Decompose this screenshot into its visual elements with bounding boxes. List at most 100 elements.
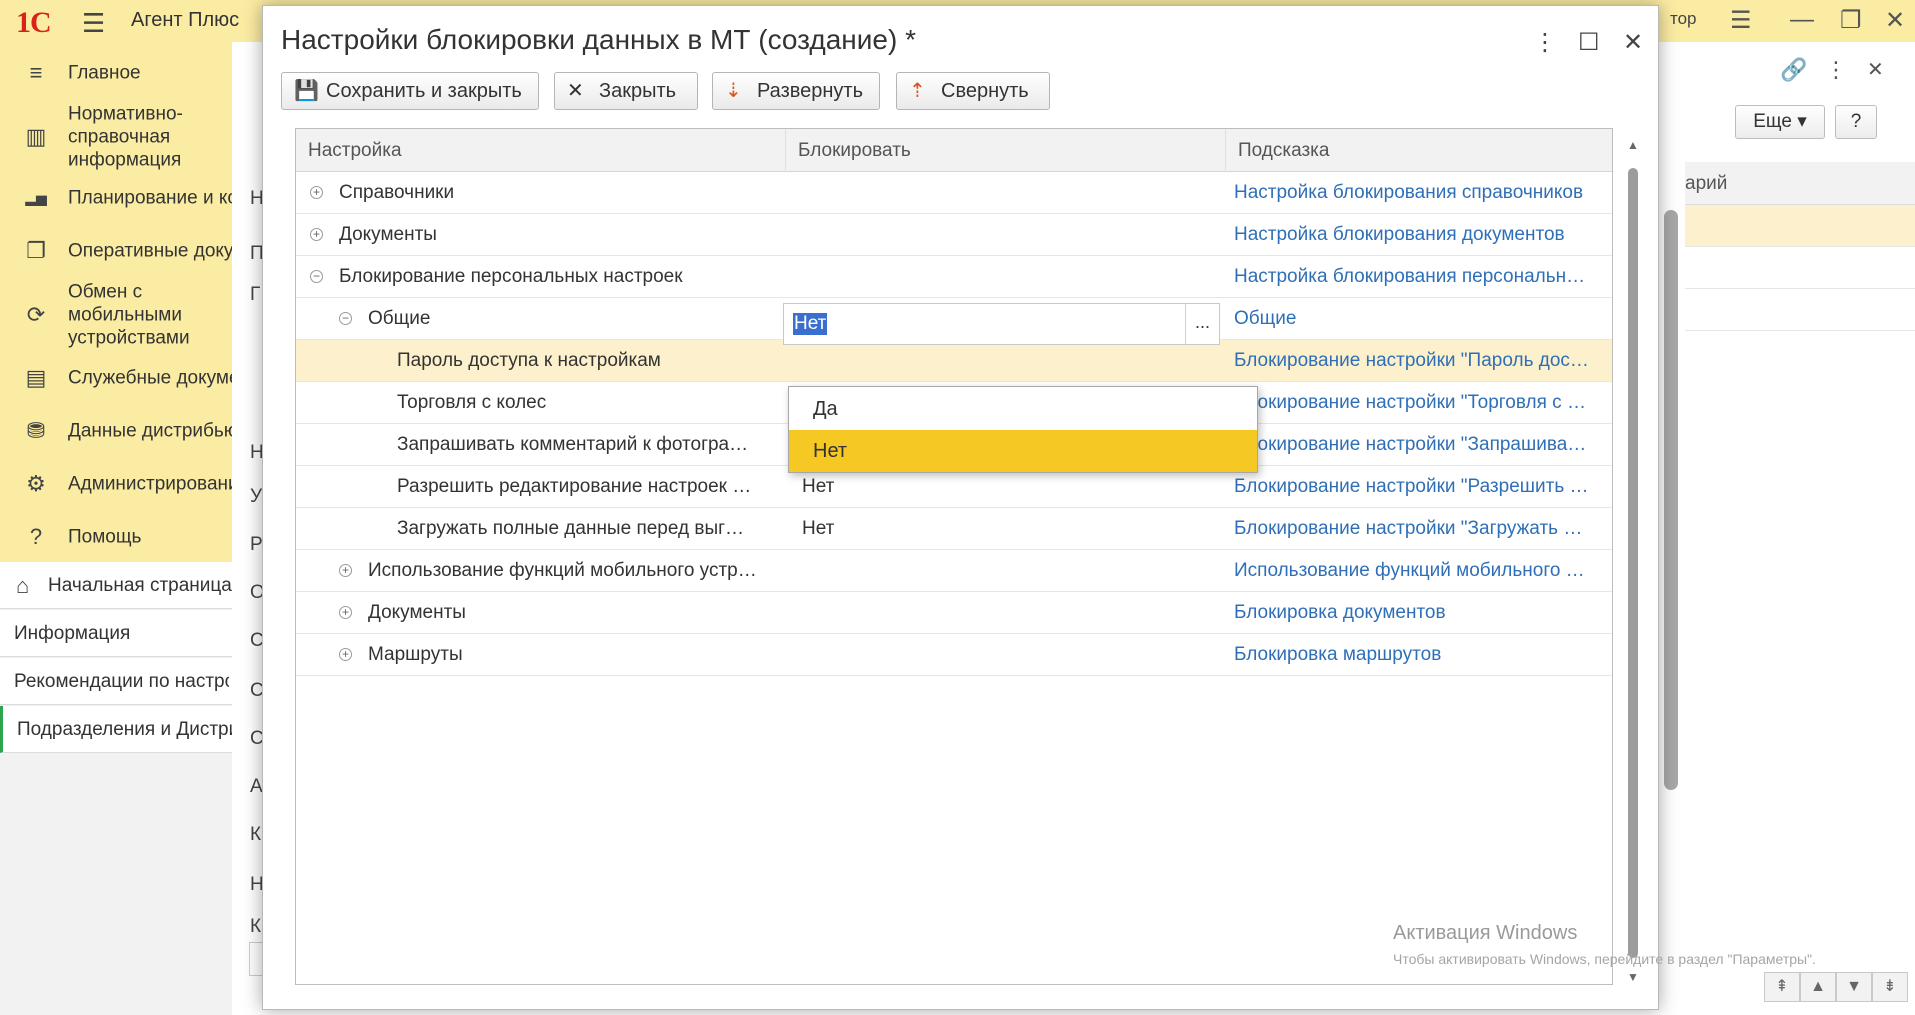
open-item-home[interactable]: ⌂ Начальная страница	[0, 562, 232, 609]
row-hint-link[interactable]: Блокирование настройки "Запрашива…	[1234, 424, 1612, 466]
row-hint-link[interactable]: Использование функций мобильного …	[1234, 550, 1612, 592]
dialog-close-icon[interactable]: ✕	[1623, 28, 1643, 57]
bg-field-label: К	[250, 916, 262, 937]
save-close-label: Сохранить и закрыть	[326, 80, 522, 102]
settings-tree-grid[interactable]: Настройка Блокировать Подсказка + Справо…	[295, 128, 1613, 985]
bg-field-label: А	[250, 776, 263, 797]
grid-header: Настройка Блокировать Подсказка	[296, 129, 1612, 172]
section-service-docs[interactable]: ▤ Служебные документы	[0, 353, 232, 403]
editor-selected-text[interactable]: Нет	[793, 313, 828, 335]
dialog-maximize-icon[interactable]: ☐	[1578, 28, 1600, 57]
row-hint-link[interactable]: Настройка блокирования персональн…	[1234, 256, 1612, 298]
header-block[interactable]: Блокировать	[786, 129, 1226, 172]
link-icon[interactable]: 🔗	[1780, 57, 1807, 83]
scroll-up-icon[interactable]: ▲	[1625, 138, 1641, 152]
block-value-editor[interactable]: Нет ...	[783, 303, 1220, 345]
expand-plus-icon[interactable]: +	[310, 228, 323, 241]
close-button[interactable]: ✕ Закрыть	[554, 72, 698, 110]
section-label: Помощь	[68, 526, 142, 548]
open-windows-panel: ⌂ Начальная страница Информация Рекоменд…	[0, 562, 232, 1015]
scroll-down-icon[interactable]: ▼	[1625, 970, 1641, 984]
reference-info-icon: ▥	[25, 124, 47, 149]
row-hint-link[interactable]: Блокирование настройки "Пароль дос…	[1234, 340, 1612, 382]
tree-row-routes[interactable]: + Маршруты Блокировка маршрутов	[296, 634, 1612, 676]
row-hint-link[interactable]: Блокировка документов	[1234, 592, 1612, 634]
nav-down-icon[interactable]: ▼	[1836, 972, 1872, 1002]
app-logo: 1С	[16, 6, 52, 39]
section-label: Администрирование	[68, 473, 232, 495]
restore-icon[interactable]: ❐	[1840, 6, 1862, 35]
row-hint-link[interactable]: Блокировка маршрутов	[1234, 634, 1612, 676]
nav-first-icon[interactable]: ⇞	[1764, 972, 1800, 1002]
background-scrollbar[interactable]	[1664, 210, 1678, 790]
settings-menu-icon[interactable]: ☰	[1730, 6, 1752, 35]
section-mobile-exchange[interactable]: ⟳ Обмен с мобильными устройствами	[0, 282, 232, 349]
open-item-info[interactable]: Информация	[0, 610, 232, 657]
row-name: Документы	[368, 602, 466, 623]
bg-table-header: арий	[1685, 162, 1915, 205]
open-item-recommendations[interactable]: Рекомендации по настройке	[0, 658, 232, 705]
close-label: Закрыть	[599, 80, 677, 102]
tree-row-full-data[interactable]: Загружать полные данные перед выг… Нет Б…	[296, 508, 1612, 550]
collapse-icon: ⇡	[909, 80, 926, 102]
menu-lines-icon: ≡	[29, 60, 43, 85]
section-label: Обмен с мобильными устройствами	[68, 281, 190, 349]
section-administration[interactable]: ⚙ Администрирование	[0, 459, 232, 509]
tree-row-settings-password[interactable]: Пароль доступа к настройкам Блокирование…	[296, 340, 1612, 382]
section-main[interactable]: ≡ Главное	[0, 48, 232, 98]
tree-row-docs-lock[interactable]: + Документы Блокировка документов	[296, 592, 1612, 634]
header-setting[interactable]: Настройка	[296, 129, 786, 172]
user-name[interactable]: тор	[1670, 9, 1697, 29]
bg-table-row[interactable]	[1685, 205, 1915, 247]
close-app-icon[interactable]: ✕	[1885, 6, 1905, 35]
collapse-minus-icon[interactable]: −	[339, 312, 352, 325]
help-button[interactable]: ?	[1835, 105, 1877, 139]
expand-plus-icon[interactable]: +	[339, 648, 352, 661]
row-hint-link[interactable]: Блокирование настройки "Загружать …	[1234, 508, 1612, 550]
collapse-minus-icon[interactable]: −	[310, 270, 323, 283]
minimize-icon[interactable]: —	[1790, 6, 1814, 34]
tree-row-documents[interactable]: + Документы Настройка блокирования докум…	[296, 214, 1612, 256]
bg-table-row[interactable]	[1685, 289, 1915, 331]
expand-plus-icon[interactable]: +	[310, 186, 323, 199]
dropdown-option-no[interactable]: Нет	[789, 430, 1257, 472]
expand-plus-icon[interactable]: +	[339, 606, 352, 619]
bg-table-row[interactable]	[1685, 247, 1915, 289]
tree-row-catalogs[interactable]: + Справочники Настройка блокирования спр…	[296, 172, 1612, 214]
header-hint[interactable]: Подсказка	[1226, 129, 1612, 172]
section-planning[interactable]: ▂▅ Планирование и контроль	[0, 173, 232, 223]
row-value[interactable]: Нет	[794, 508, 1224, 550]
main-menu-icon[interactable]: ☰	[82, 8, 105, 39]
bg-col-header: арий	[1685, 173, 1728, 194]
grid-scrollbar[interactable]: ▲ ▼	[1625, 138, 1641, 988]
row-hint-link[interactable]: Общие	[1234, 298, 1612, 340]
more-button[interactable]: Еще ▾	[1735, 105, 1825, 139]
row-hint-link[interactable]: Блокирование настройки "Торговля с …	[1234, 382, 1612, 424]
collapse-button[interactable]: ⇡ Свернуть	[896, 72, 1050, 110]
more-icon[interactable]: ⋮	[1825, 57, 1847, 83]
choice-button[interactable]: ...	[1185, 304, 1219, 344]
tree-row-mobile-functions[interactable]: + Использование функций мобильного устр……	[296, 550, 1612, 592]
section-help[interactable]: ? Помощь	[0, 512, 232, 562]
row-hint-link[interactable]: Настройка блокирования документов	[1234, 214, 1612, 256]
close-form-icon[interactable]: ✕	[1867, 57, 1884, 82]
dialog-more-icon[interactable]: ⋮	[1533, 28, 1557, 57]
expand-plus-icon[interactable]: +	[339, 564, 352, 577]
save-close-button[interactable]: 💾 Сохранить и закрыть	[281, 72, 539, 110]
section-distributor-data[interactable]: ⛃ Данные дистрибьюторов	[0, 406, 232, 456]
section-reference-info[interactable]: ▥ Нормативно-справочная информация	[0, 104, 232, 171]
section-operative-docs[interactable]: ❐ Оперативные документы	[0, 226, 232, 276]
dropdown-option-yes[interactable]: Да	[789, 388, 1257, 430]
nav-up-icon[interactable]: ▲	[1800, 972, 1836, 1002]
nav-last-icon[interactable]: ⇟	[1872, 972, 1908, 1002]
tree-row-personal-settings[interactable]: − Блокирование персональных настроек Нас…	[296, 256, 1612, 298]
expand-button[interactable]: ⇣ Развернуть	[712, 72, 880, 110]
open-item-divisions[interactable]: Подразделения и Дистрибьюторы	[0, 706, 232, 753]
bg-field-label: Г	[250, 284, 261, 305]
bg-field-label: К	[250, 824, 262, 845]
bg-input-edge	[249, 942, 263, 976]
open-item-label: Начальная страница	[48, 575, 232, 596]
row-hint-link[interactable]: Блокирование настройки "Разрешить …	[1234, 466, 1612, 508]
row-hint-link[interactable]: Настройка блокирования справочников	[1234, 172, 1612, 214]
scroll-thumb[interactable]	[1628, 168, 1638, 958]
